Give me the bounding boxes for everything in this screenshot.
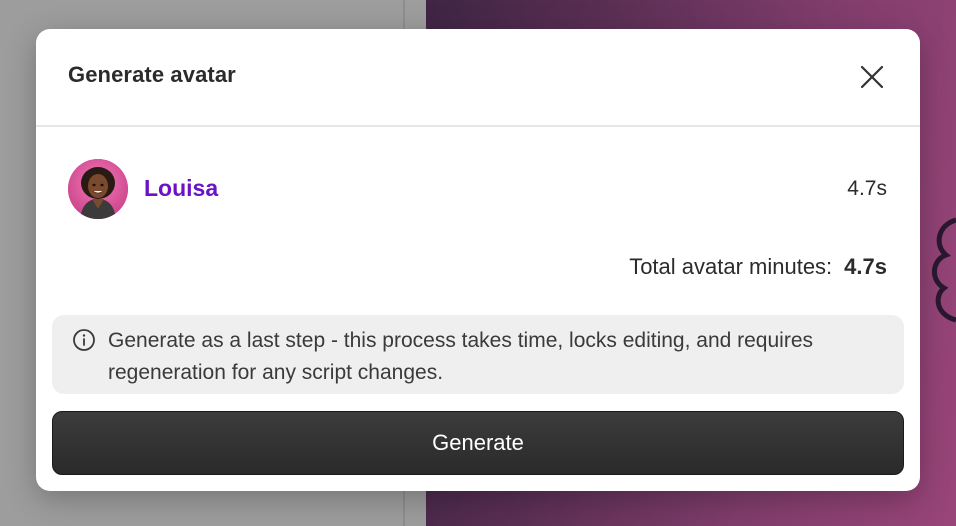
close-button[interactable] [854,59,890,95]
dialog-title: Generate avatar [68,62,236,87]
avatar-duration: 4.7s [847,177,887,200]
avatar-name-link[interactable]: Louisa [144,175,218,202]
dialog-header: Generate avatar [36,29,920,127]
background-decoration [932,217,956,323]
close-icon [860,65,884,89]
total-avatar-minutes: Total avatar minutes: 4.7s [629,254,887,280]
total-label: Total avatar minutes: [629,254,833,279]
generate-avatar-dialog: Generate avatar Louisa 4.7s Total avatar… [36,29,920,491]
avatar [68,159,128,219]
info-text: Generate as a last step - this process t… [108,329,814,384]
total-value: 4.7s [844,254,887,279]
generate-button[interactable]: Generate [52,411,904,475]
info-notice: Generate as a last step - this process t… [52,315,904,394]
info-icon [73,329,95,351]
